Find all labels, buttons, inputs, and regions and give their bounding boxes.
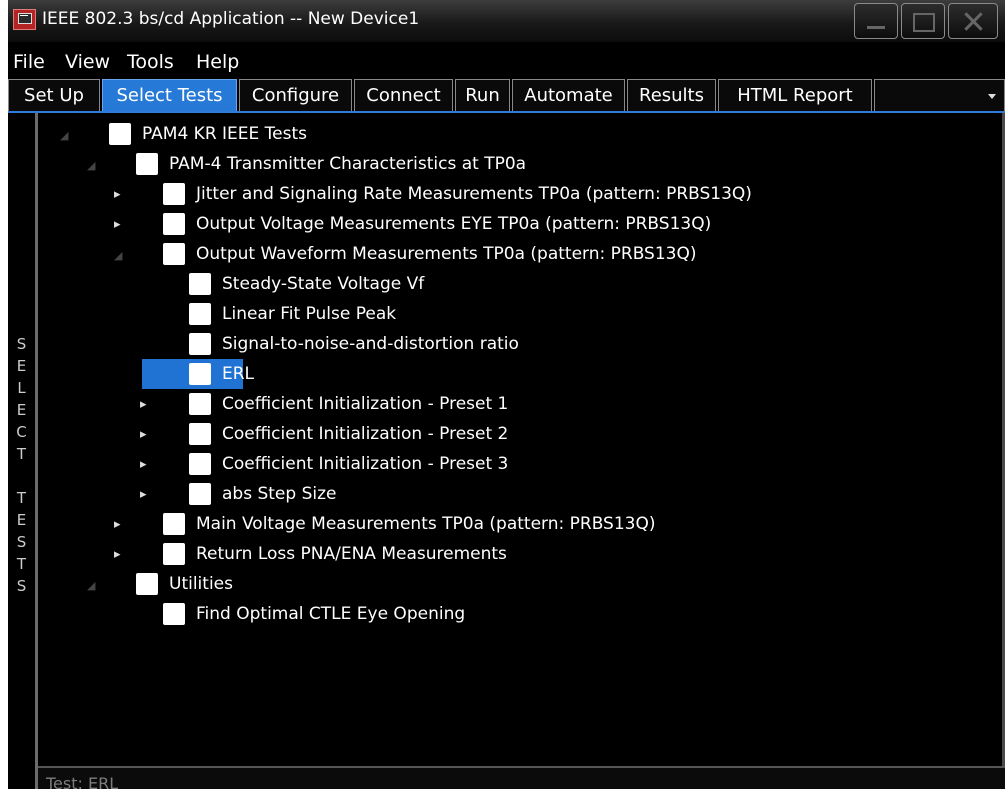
tab-configure[interactable]: Configure <box>239 79 352 111</box>
tree-row[interactable]: ◢ PAM-4 Transmitter Characteristics at TP… <box>38 149 998 179</box>
tree-row[interactable]: ◢ Output Waveform Measurements TP0a (patt… <box>38 239 998 269</box>
maximize-button[interactable] <box>901 3 945 39</box>
tree-item-label: PAM-4 Transmitter Characteristics at TP0… <box>169 154 527 174</box>
tree-item-label: Steady-State Voltage Vf <box>222 274 425 294</box>
test-checkbox[interactable] <box>109 123 131 145</box>
tree-item-label: Output Waveform Measurements TP0a (patte… <box>196 244 697 264</box>
test-checkbox[interactable] <box>163 243 185 265</box>
oscilloscope-app-icon[interactable] <box>13 9 36 30</box>
collapse-arrow-icon[interactable]: ◢ <box>114 249 122 262</box>
test-checkbox[interactable] <box>189 453 211 475</box>
test-checkbox[interactable] <box>136 573 158 595</box>
tab-select-tests[interactable]: Select Tests <box>102 79 237 111</box>
tree-row[interactable]: ▸ Coefficient Initialization - Preset 3 <box>38 449 998 479</box>
test-checkbox[interactable] <box>136 153 158 175</box>
minimize-button[interactable] <box>854 3 898 39</box>
collapse-arrow-icon[interactable]: ◢ <box>87 579 95 592</box>
test-checkbox[interactable] <box>189 273 211 295</box>
tree-row[interactable]: Linear Fit Pulse Peak <box>38 299 998 329</box>
tree-row[interactable]: ▸ Main Voltage Measurements TP0a (pattern… <box>38 509 998 539</box>
test-checkbox[interactable] <box>189 483 211 505</box>
tab-run[interactable]: Run <box>455 79 510 111</box>
expand-arrow-icon[interactable]: ▸ <box>114 517 121 532</box>
collapse-arrow-icon[interactable]: ◢ <box>60 129 68 142</box>
tree-item-label: ERL <box>222 364 255 384</box>
tree-row[interactable]: ▸ Coefficient Initialization - Preset 2 <box>38 419 998 449</box>
tree-row[interactable]: ERL <box>38 359 998 389</box>
side-panel-label: SELECT TESTS <box>16 335 27 595</box>
tree-item-label: Main Voltage Measurements TP0a (pattern:… <box>196 514 656 534</box>
tree-row[interactable]: ◢ Utilities <box>38 569 998 599</box>
title-bar[interactable]: IEEE 802.3 bs/cd Application -- New Devi… <box>8 0 1005 42</box>
test-checkbox[interactable] <box>189 303 211 325</box>
tree-item-label: abs Step Size <box>222 484 337 504</box>
test-checkbox[interactable] <box>163 183 185 205</box>
tree-row[interactable]: ▸ Coefficient Initialization - Preset 1 <box>38 389 998 419</box>
tree-item-label: Coefficient Initialization - Preset 2 <box>222 424 509 444</box>
expand-arrow-icon[interactable]: ▸ <box>140 427 147 442</box>
expand-arrow-icon[interactable]: ▸ <box>140 457 147 472</box>
tab-bar: Set Up Select Tests Configure Connect Ru… <box>8 76 1005 113</box>
tree-row[interactable]: ▸ abs Step Size <box>38 479 998 509</box>
expand-arrow-icon[interactable]: ▸ <box>140 397 147 412</box>
tree-item-label: Coefficient Initialization - Preset 1 <box>222 394 509 414</box>
tab-automate[interactable]: Automate <box>512 79 625 111</box>
test-checkbox[interactable] <box>189 393 211 415</box>
tree-item-label: Jitter and Signaling Rate Measurements T… <box>196 184 752 204</box>
tree-item-label: Linear Fit Pulse Peak <box>222 304 397 324</box>
expand-arrow-icon[interactable]: ▸ <box>140 487 147 502</box>
tab-html-report[interactable]: HTML Report <box>718 79 872 111</box>
tab-overflow-dropdown[interactable] <box>874 79 1005 111</box>
tree-item-label: Output Voltage Measurements EYE TP0a (pa… <box>196 214 712 234</box>
tab-connect[interactable]: Connect <box>354 79 453 111</box>
menu-view[interactable]: View <box>65 51 110 73</box>
tree-item-label: Utilities <box>169 574 233 594</box>
tree-row[interactable]: ▸ Jitter and Signaling Rate Measurements … <box>38 179 998 209</box>
tab-set-up[interactable]: Set Up <box>8 79 100 111</box>
expand-arrow-icon[interactable]: ▸ <box>114 187 121 202</box>
test-checkbox[interactable] <box>189 363 211 385</box>
tree-item-label: Return Loss PNA/ENA Measurements <box>196 544 507 564</box>
menu-file[interactable]: File <box>13 51 45 73</box>
application-window: IEEE 802.3 bs/cd Application -- New Devi… <box>8 0 1005 789</box>
menu-bar: File View Tools Help <box>8 42 1005 74</box>
expand-arrow-icon[interactable]: ▸ <box>114 547 121 562</box>
status-strip: Test: ERL <box>38 766 1005 789</box>
tree-item-label: Find Optimal CTLE Eye Opening <box>196 604 466 624</box>
test-tree: ◢ PAM4 KR IEEE Tests ◢ PAM-4 Transmitter Ch… <box>38 113 1005 766</box>
tab-results[interactable]: Results <box>627 79 716 111</box>
tree-item-label: PAM4 KR IEEE Tests <box>142 124 308 144</box>
tree-row[interactable]: ▸ Return Loss PNA/ENA Measurements <box>38 539 998 569</box>
tree-row[interactable]: Steady-State Voltage Vf <box>38 269 998 299</box>
tree-row[interactable]: ▸ Output Voltage Measurements EYE TP0a (p… <box>38 209 998 239</box>
side-panel[interactable]: SELECT TESTS <box>8 113 35 789</box>
test-checkbox[interactable] <box>189 333 211 355</box>
menu-tools[interactable]: Tools <box>127 51 174 73</box>
tree-row[interactable]: Signal-to-noise-and-distortion ratio <box>38 329 998 359</box>
tree-item-label: Signal-to-noise-and-distortion ratio <box>222 334 519 354</box>
status-text: Test: ERL <box>46 774 119 789</box>
tree-item-label: Coefficient Initialization - Preset 3 <box>222 454 509 474</box>
window-title: IEEE 802.3 bs/cd Application -- New Devi… <box>42 9 420 29</box>
close-button[interactable] <box>948 3 998 39</box>
tree-row[interactable]: ◢ PAM4 KR IEEE Tests <box>38 119 998 149</box>
test-checkbox[interactable] <box>189 423 211 445</box>
test-checkbox[interactable] <box>163 513 185 535</box>
collapse-arrow-icon[interactable]: ◢ <box>87 159 95 172</box>
tree-row[interactable]: Find Optimal CTLE Eye Opening <box>38 599 998 629</box>
test-checkbox[interactable] <box>163 603 185 625</box>
menu-help[interactable]: Help <box>196 51 239 73</box>
expand-arrow-icon[interactable]: ▸ <box>114 217 121 232</box>
test-checkbox[interactable] <box>163 213 185 235</box>
test-checkbox[interactable] <box>163 543 185 565</box>
